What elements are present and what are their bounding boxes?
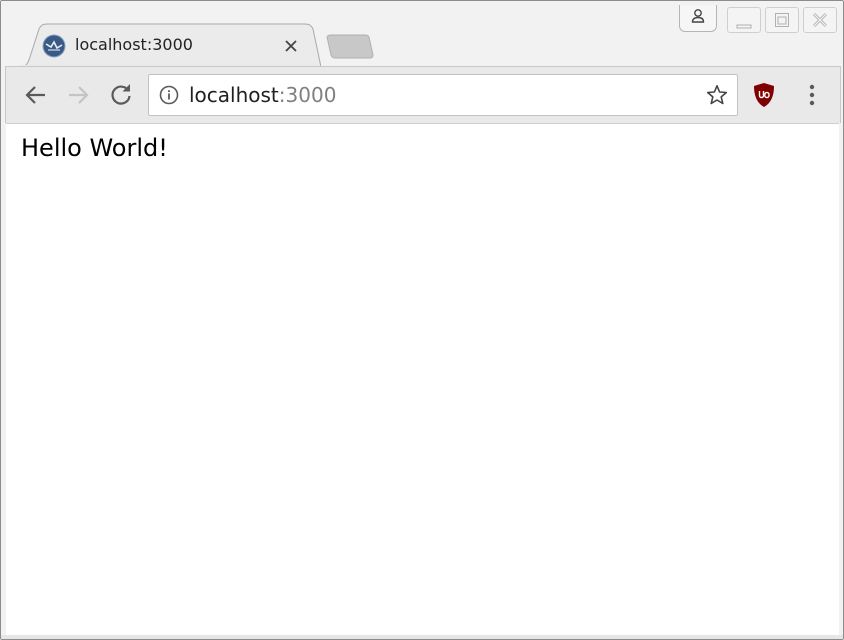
address-bar[interactable]: localhost:3000	[148, 74, 738, 116]
title-bar: localhost:3000	[1, 1, 843, 67]
url-host: localhost	[189, 83, 279, 107]
webpack-icon	[42, 34, 66, 58]
back-button[interactable]	[22, 81, 50, 109]
reload-icon	[107, 84, 135, 113]
page-heading: Hello World!	[21, 134, 168, 162]
info-icon[interactable]	[159, 85, 179, 105]
arrow-left-icon	[22, 86, 50, 113]
tab-title: localhost:3000	[75, 35, 193, 54]
minimize-button[interactable]	[727, 7, 761, 33]
url-text: localhost:3000	[189, 83, 336, 107]
reload-button[interactable]	[107, 81, 135, 109]
person-icon	[690, 8, 706, 28]
new-tab-button[interactable]	[319, 33, 375, 61]
ublock-extension-button[interactable]	[752, 82, 776, 108]
minimize-icon	[736, 14, 752, 33]
ublock-shield-icon	[752, 83, 776, 112]
window-bottom-border	[1, 635, 843, 639]
tab-active[interactable]: localhost:3000	[19, 23, 321, 67]
close-window-icon	[812, 12, 828, 32]
maximize-button[interactable]	[765, 7, 799, 33]
close-window-button[interactable]	[803, 7, 837, 33]
close-tab-icon[interactable]	[281, 36, 301, 56]
forward-button[interactable]	[64, 81, 92, 109]
url-port: :3000	[278, 83, 337, 107]
browser-window: localhost:3000 localhost:3000 Hello Worl…	[0, 0, 844, 640]
star-icon[interactable]	[706, 84, 728, 106]
page-viewport: Hello World!	[6, 123, 839, 636]
kebab-menu-icon	[802, 84, 822, 112]
browser-menu-button[interactable]	[802, 82, 822, 108]
navigation-toolbar: localhost:3000	[5, 66, 841, 123]
maximize-icon	[774, 12, 790, 32]
profile-button[interactable]	[679, 5, 717, 32]
arrow-right-icon	[64, 86, 92, 113]
